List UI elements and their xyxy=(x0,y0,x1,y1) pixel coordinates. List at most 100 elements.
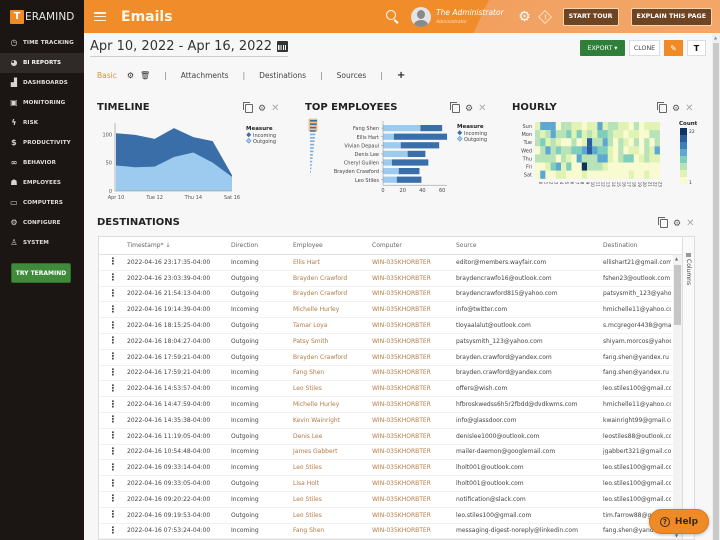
table-row[interactable]: ⋮ 2022-04-16 18:04:27-04:00 Outgoing Patsy … xyxy=(99,334,682,350)
row-menu-kebab-icon[interactable]: ⋮ xyxy=(99,447,127,457)
table-scrollbar[interactable]: ▲ ▼ xyxy=(673,255,682,539)
row-menu-kebab-icon[interactable]: ⋮ xyxy=(99,257,127,267)
row-menu-kebab-icon[interactable]: ⋮ xyxy=(99,400,127,410)
table-row[interactable]: ⋮ 2022-04-16 21:54:13-04:00 Outgoing Brayde… xyxy=(99,287,682,303)
cell-computer[interactable]: WIN-035KHORBTER xyxy=(372,417,456,424)
logo[interactable]: T ERAMIND xyxy=(0,0,84,33)
sidebar-item-employees[interactable]: ☗ EMPLOYEES xyxy=(0,173,84,193)
sidebar-item-time-tracking[interactable]: ◷ TIME TRACKING xyxy=(0,33,84,53)
sidebar-item-behavior[interactable]: ∞ BEHAVIOR xyxy=(0,153,84,173)
cell-computer[interactable]: WIN-035KHORBTER xyxy=(372,275,456,282)
cell-computer[interactable]: WIN-035KHORBTER xyxy=(372,480,456,487)
column-header-direction[interactable]: Direction xyxy=(231,242,293,249)
row-menu-kebab-icon[interactable]: ⋮ xyxy=(99,479,127,489)
cell-computer[interactable]: WIN-035KHORBTER xyxy=(372,354,456,361)
row-menu-kebab-icon[interactable]: ⋮ xyxy=(99,368,127,378)
copy-icon[interactable] xyxy=(657,102,667,113)
widget-gear-icon[interactable]: ⚙ xyxy=(258,104,266,114)
sidebar-item-productivity[interactable]: $ PRODUCTIVITY xyxy=(0,133,84,153)
table-row[interactable]: ⋮ 2022-04-16 17:59:21-04:00 Incoming Fang S… xyxy=(99,366,682,382)
tab-attachments[interactable]: Attachments xyxy=(181,71,229,80)
copy-icon[interactable] xyxy=(658,217,668,228)
row-menu-kebab-icon[interactable]: ⋮ xyxy=(99,463,127,473)
cell-computer[interactable]: WIN-035KHORBTER xyxy=(372,464,456,471)
row-menu-kebab-icon[interactable]: ⋮ xyxy=(99,352,127,362)
table-row[interactable]: ⋮ 2022-04-16 17:59:21-04:00 Outgoing Brayde… xyxy=(99,350,682,366)
sidebar-item-system[interactable]: ♙ SYSTEM xyxy=(0,233,84,253)
clone-button[interactable]: CLONE xyxy=(629,40,660,56)
cell-computer[interactable]: WIN-035KHORBTER xyxy=(372,433,456,440)
sidebar-item-dashboards[interactable]: ▟ DASHBOARDS xyxy=(0,73,84,93)
table-row[interactable]: ⋮ 2022-04-16 09:19:53-04:00 Outgoing Leo St… xyxy=(99,508,682,524)
sidebar-item-monitoring[interactable]: ▣ MONITORING xyxy=(0,93,84,113)
cell-employee[interactable]: Leo Stiles xyxy=(293,385,372,392)
table-row[interactable]: ⋮ 2022-04-16 14:53:57-04:00 Incoming Leo St… xyxy=(99,381,682,398)
search-icon[interactable] xyxy=(386,9,400,24)
alert-diamond-icon[interactable]: ! xyxy=(537,9,552,24)
cell-employee[interactable]: Brayden Crawford xyxy=(293,290,372,297)
table-row[interactable]: ⋮ 2022-04-16 09:33:05-04:00 Outgoing Lisa H… xyxy=(99,476,682,492)
cell-computer[interactable]: WIN-035KHORBTER xyxy=(372,401,456,408)
column-header-source[interactable]: Source xyxy=(456,242,603,249)
column-header-employee[interactable]: Employee xyxy=(293,242,372,249)
sidebar-item-risk[interactable]: ϟ RISK xyxy=(0,113,84,133)
cell-employee[interactable]: Michelle Hurley xyxy=(293,401,372,408)
cell-employee[interactable]: Tamar Loya xyxy=(293,322,372,329)
cell-employee[interactable]: Fang Shen xyxy=(293,527,372,534)
table-row[interactable]: ⋮ 2022-04-16 14:35:38-04:00 Incoming Kevin … xyxy=(99,413,682,429)
row-menu-kebab-icon[interactable]: ⋮ xyxy=(99,510,127,520)
tab-delete-trash-icon[interactable]: 🗑 xyxy=(140,71,150,80)
add-tab-plus-icon[interactable]: + xyxy=(397,70,405,81)
table-scroll-thumb[interactable] xyxy=(674,265,681,325)
cell-employee[interactable]: Brayden Crawford xyxy=(293,275,372,282)
row-menu-kebab-icon[interactable]: ⋮ xyxy=(99,431,127,441)
row-menu-kebab-icon[interactable]: ⋮ xyxy=(99,273,127,283)
filter-icon[interactable]: T xyxy=(687,40,706,56)
tab-destinations[interactable]: Destinations xyxy=(259,71,306,80)
table-row[interactable]: ⋮ 2022-04-16 23:17:35-04:00 Incoming Ellis … xyxy=(99,255,682,271)
avatar[interactable] xyxy=(411,6,432,27)
cell-employee[interactable]: Ellis Hart xyxy=(293,259,372,266)
table-row[interactable]: ⋮ 2022-04-16 10:54:48-04:00 Incoming James … xyxy=(99,445,682,461)
help-button[interactable]: ? Help xyxy=(649,509,709,534)
cell-employee[interactable]: Kevin Wainright xyxy=(293,417,372,424)
cell-computer[interactable]: WIN-035KHORBTER xyxy=(372,290,456,297)
widget-gear-icon[interactable]: ⚙ xyxy=(672,104,680,114)
cell-employee[interactable]: Leo Stiles xyxy=(293,496,372,503)
table-row[interactable]: ⋮ 2022-04-16 23:03:39-04:00 Outgoing Brayde… xyxy=(99,271,682,287)
cell-employee[interactable]: Leo Stiles xyxy=(293,512,372,519)
page-scroll-up-icon[interactable]: ▲ xyxy=(714,35,717,40)
cell-computer[interactable]: WIN-035KHORBTER xyxy=(372,322,456,329)
close-icon[interactable]: ✕ xyxy=(686,218,694,229)
cell-employee[interactable]: Leo Stiles xyxy=(293,464,372,471)
sidebar-item-bi-reports[interactable]: ◕ BI REPORTS xyxy=(0,53,84,73)
cell-employee[interactable]: Lisa Holt xyxy=(293,480,372,487)
row-menu-kebab-icon[interactable]: ⋮ xyxy=(99,336,127,346)
close-icon[interactable]: ✕ xyxy=(685,103,693,114)
columns-panel-toggle[interactable]: Columns xyxy=(683,236,695,540)
calendar-icon[interactable] xyxy=(276,41,288,52)
cell-computer[interactable]: WIN-035KHORBTER xyxy=(372,369,456,376)
row-menu-kebab-icon[interactable]: ⋮ xyxy=(99,305,127,315)
cell-computer[interactable]: WIN-035KHORBTER xyxy=(372,259,456,266)
close-icon[interactable]: ✕ xyxy=(478,103,486,114)
scroll-up-arrow-icon[interactable]: ▲ xyxy=(675,256,678,261)
table-row[interactable]: ⋮ 2022-04-16 07:53:24-04:00 Incoming Fang S… xyxy=(99,524,682,539)
hamburger-menu-icon[interactable] xyxy=(94,12,106,21)
cell-employee[interactable]: Brayden Crawford xyxy=(293,354,372,361)
tab-settings-gear-icon[interactable]: ⚙ xyxy=(127,71,134,80)
sidebar-item-configure[interactable]: ⚙ CONFIGURE xyxy=(0,213,84,233)
table-row[interactable]: ⋮ 2022-04-16 11:19:05-04:00 Outgoing Denis … xyxy=(99,429,682,445)
cell-computer[interactable]: WIN-035KHORBTER xyxy=(372,338,456,345)
sidebar-item-computers[interactable]: ▭ COMPUTERS xyxy=(0,193,84,213)
table-row[interactable]: ⋮ 2022-04-16 14:47:59-04:00 Incoming Michel… xyxy=(99,397,682,413)
try-teramind-button[interactable]: TRY TERAMIND xyxy=(11,263,71,283)
cell-employee[interactable]: Fang Shen xyxy=(293,369,372,376)
column-header-timestamp[interactable]: Timestamp* ↓ xyxy=(127,242,231,249)
cell-computer[interactable]: WIN-035KHORBTER xyxy=(372,496,456,503)
close-icon[interactable]: ✕ xyxy=(271,103,279,114)
cell-computer[interactable]: WIN-035KHORBTER xyxy=(372,512,456,519)
cell-employee[interactable]: Michelle Hurley xyxy=(293,306,372,313)
row-menu-kebab-icon[interactable]: ⋮ xyxy=(99,526,127,536)
user-menu[interactable]: The Administrator Administrator xyxy=(436,8,508,25)
